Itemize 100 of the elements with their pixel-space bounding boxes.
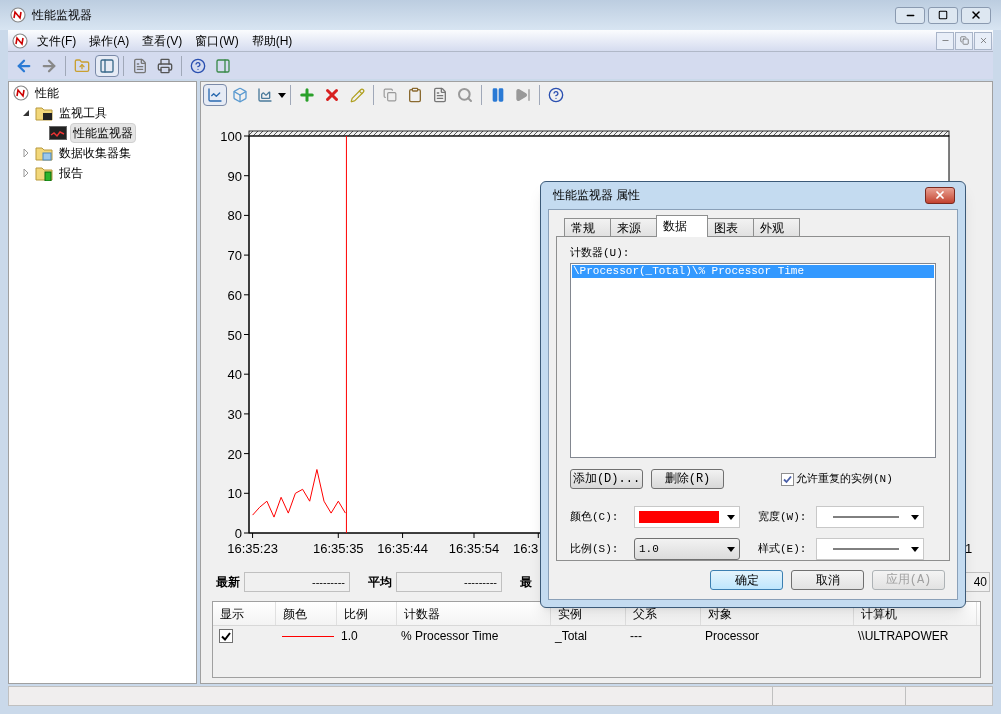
maximize-button[interactable] [928, 6, 958, 24]
tab[interactable]: 来源 [610, 217, 657, 237]
expand-arrow-icon[interactable] [21, 148, 31, 158]
field-label: 比例(S): [570, 541, 620, 557]
close-icon [970, 9, 982, 21]
y-tick-label: 80 [227, 208, 242, 224]
tab[interactable]: 数据 [656, 214, 708, 237]
cube-icon [232, 87, 248, 103]
tree-toggle-button[interactable] [95, 54, 119, 77]
x-tick-label: 16:35:44 [377, 541, 428, 556]
dropdown-arrow-icon [727, 546, 735, 552]
table-cell-text: 1.0 [340, 628, 359, 645]
expand-arrow-icon[interactable] [21, 168, 31, 178]
menu-item[interactable]: 操作(A) [89, 31, 130, 50]
search-icon [457, 87, 473, 103]
close-button[interactable] [925, 186, 955, 204]
remove-button[interactable]: 删除(R) [651, 469, 724, 489]
column-header[interactable]: 显示 [213, 602, 276, 625]
close-icon [934, 189, 946, 202]
close-icon [978, 36, 988, 45]
app-logo-icon [13, 85, 29, 101]
plus-icon [298, 86, 316, 104]
check-icon [221, 631, 231, 641]
menu-item[interactable]: 查看(V) [142, 31, 183, 50]
app-logo-icon [10, 7, 26, 23]
dropdown-arrow-icon[interactable] [278, 92, 286, 98]
color-dropdown[interactable] [634, 506, 740, 528]
pencil-icon [349, 87, 365, 103]
app-logo-icon [12, 32, 28, 49]
tree-item[interactable]: 报告 [56, 163, 86, 183]
clipboard-icon [407, 87, 423, 103]
document-icon [132, 57, 148, 74]
y-tick-label: 90 [227, 168, 242, 184]
help-icon [190, 57, 206, 74]
tab[interactable]: 外观 [753, 217, 800, 237]
area-chart-icon [257, 87, 273, 103]
y-tick-label: 20 [227, 446, 242, 462]
menu-item[interactable]: 窗口(W) [195, 31, 239, 50]
dialog-button[interactable]: 确定 [710, 570, 783, 590]
menu-item[interactable]: 文件(F) [37, 31, 77, 50]
close-button[interactable] [961, 6, 991, 24]
stat-label: 最 [520, 574, 532, 591]
y-tick-label: 30 [227, 406, 242, 422]
dropdown-arrow-icon [727, 514, 735, 520]
tab[interactable]: 常规 [564, 217, 611, 237]
checkbox-label: 允许重复的实例(N) [796, 471, 893, 487]
add-button[interactable]: 添加(D)... [570, 469, 643, 489]
scale-value: 1.0 [639, 541, 659, 557]
copy-icon [383, 88, 397, 102]
table-cell-text: Processor [704, 628, 761, 645]
folder-icon [35, 145, 53, 161]
skip-forward-icon [515, 87, 531, 103]
x-tick-label: 1 [965, 541, 973, 556]
dialog-button[interactable]: 取消 [791, 570, 864, 590]
scale-dropdown[interactable]: 1.0 [634, 538, 740, 560]
field-label: 样式(E): [758, 541, 808, 557]
folder-icon [35, 165, 53, 181]
y-tick-label: 70 [227, 248, 242, 264]
stat-label: 平均 [368, 574, 392, 591]
help-icon [548, 87, 564, 103]
y-tick-label: 10 [227, 486, 242, 502]
table-cell-text: --- [629, 628, 643, 645]
line-dropdown[interactable] [816, 506, 924, 528]
monitor-icon [49, 126, 67, 140]
line-chart-icon [207, 87, 223, 103]
tree-item[interactable]: 性能监视器 [70, 123, 136, 143]
y-tick-label: 100 [220, 129, 242, 144]
x-tick-label: 16:35:35 [313, 541, 364, 556]
maximize-icon [938, 10, 948, 20]
panel-icon [99, 57, 115, 74]
dropdown-arrow-icon [911, 546, 919, 552]
tab[interactable]: 图表 [707, 217, 754, 237]
folder-icon [35, 105, 53, 121]
dropdown-arrow-icon [911, 514, 919, 520]
pause-icon [490, 87, 506, 103]
checkbox[interactable] [219, 629, 233, 643]
view-graph-button[interactable] [203, 84, 227, 106]
stat-field: --------- [244, 572, 350, 592]
column-header[interactable]: 比例 [337, 602, 397, 625]
checkbox[interactable] [781, 472, 794, 486]
tree-item[interactable]: 性能 [32, 83, 62, 103]
table-cell-text: % Processor Time [400, 628, 500, 645]
column-header[interactable]: 颜色 [276, 602, 337, 625]
line-dropdown[interactable] [816, 538, 924, 560]
delete-icon [323, 86, 341, 104]
collapse-arrow-icon[interactable] [21, 108, 31, 118]
restore-button[interactable] [955, 31, 973, 50]
field-label: 宽度(W): [758, 509, 808, 525]
tree-item[interactable]: 监视工具 [56, 103, 110, 123]
restore-icon [959, 36, 969, 45]
stat-field: --------- [396, 572, 502, 592]
counters-label: 计数器(U): [570, 245, 631, 261]
check-icon [783, 474, 792, 484]
menu-item[interactable]: 帮助(H) [251, 31, 293, 50]
tree-item[interactable]: 数据收集器集 [56, 143, 134, 163]
document-icon [432, 87, 448, 103]
y-tick-label: 40 [227, 367, 242, 383]
y-tick-label: 0 [234, 526, 242, 541]
printer-icon [157, 57, 173, 74]
minimize-button[interactable] [936, 31, 954, 50]
